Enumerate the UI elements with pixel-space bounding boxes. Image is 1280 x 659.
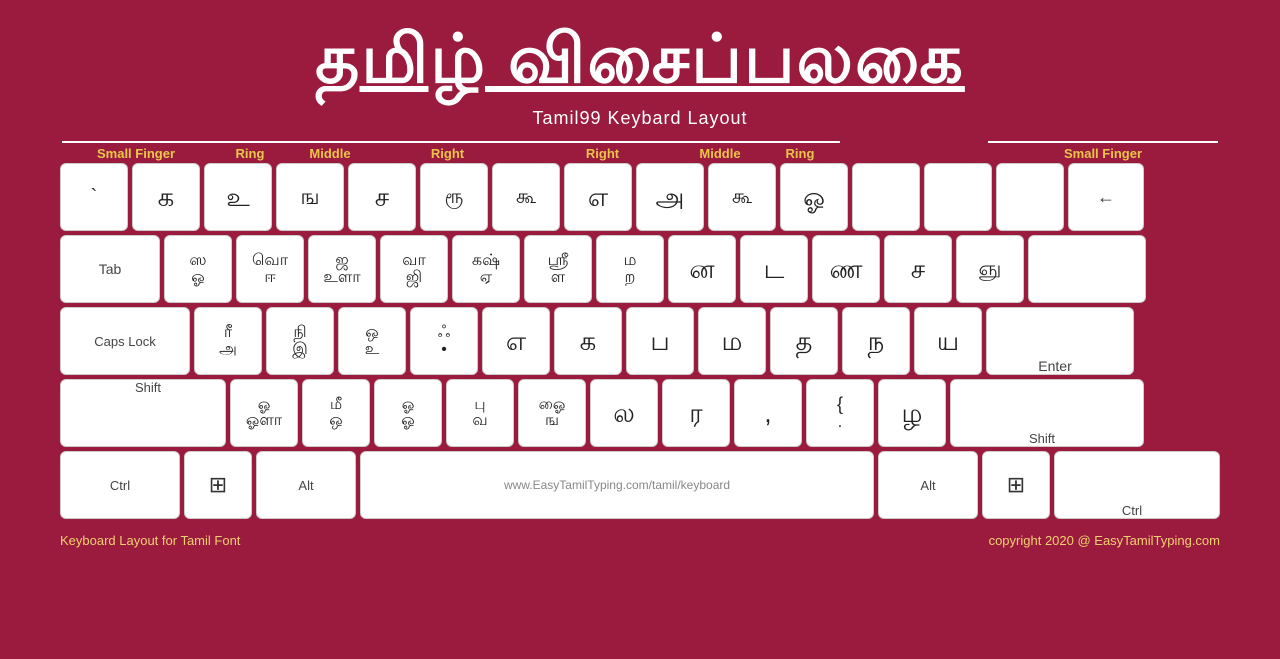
finger-label-right-left1: Right xyxy=(370,141,525,161)
key-f[interactable]: ஃ • xyxy=(410,307,478,375)
key-semicolon[interactable]: ந xyxy=(842,307,910,375)
key-5[interactable]: ரூ xyxy=(420,163,488,231)
key-backspace[interactable]: ← xyxy=(1068,163,1144,231)
key-comma[interactable]: , xyxy=(734,379,802,447)
key-shift-left[interactable]: Shift xyxy=(60,379,226,447)
key-s[interactable]: நி இ xyxy=(266,307,334,375)
key-win-right[interactable]: ⊞ xyxy=(982,451,1050,519)
key-t[interactable]: கஷ் ஏ xyxy=(452,235,520,303)
key-p[interactable]: ண xyxy=(812,235,880,303)
key-backtick[interactable]: ` xyxy=(60,163,128,231)
page-subtitle: Tamil99 Keybard Layout xyxy=(532,108,747,129)
key-ctrl-right[interactable]: Ctrl xyxy=(1054,451,1220,519)
key-u[interactable]: ம ற xyxy=(596,235,664,303)
key-slash[interactable]: ழ xyxy=(878,379,946,447)
finger-label-ring-left: Ring xyxy=(210,141,290,161)
key-o[interactable]: ட xyxy=(740,235,808,303)
keyboard-row-1: ` க உ ங ச ரூ கூ எ அ கூ ஓ ← xyxy=(60,163,1220,231)
finger-label-right-right1: Right xyxy=(525,141,680,161)
footer-left: Keyboard Layout for Tamil Font xyxy=(60,533,240,548)
key-enter-main[interactable]: Enter xyxy=(986,307,1134,375)
key-r[interactable]: வா ஜி xyxy=(380,235,448,303)
key-shift-right[interactable]: Shift xyxy=(950,379,1144,447)
key-d[interactable]: ஒ உ xyxy=(338,307,406,375)
page-title-tamil: தமிழ் விசைப்பலகை xyxy=(315,20,965,108)
key-a[interactable]: ரீ அ xyxy=(194,307,262,375)
key-period[interactable]: { . xyxy=(806,379,874,447)
finger-label-ring-right: Ring xyxy=(760,141,840,161)
key-b[interactable]: ஓை ங xyxy=(518,379,586,447)
finger-label-small-right: Small Finger xyxy=(988,141,1218,161)
key-quote[interactable]: ய xyxy=(914,307,982,375)
key-pipe[interactable] xyxy=(996,163,1064,231)
key-e[interactable]: ஜ உளா xyxy=(308,235,376,303)
key-alt-right[interactable]: Alt xyxy=(878,451,978,519)
key-8[interactable]: அ xyxy=(636,163,704,231)
key-m[interactable]: ர xyxy=(662,379,730,447)
finger-label-small-left: Small Finger xyxy=(62,141,210,161)
finger-label-middle-left: Middle xyxy=(290,141,370,161)
keyboard-row-5: Ctrl ⊞ Alt www.EasyTamilTyping.com/tamil… xyxy=(60,451,1220,519)
key-c[interactable]: ஓ ஓ xyxy=(374,379,442,447)
keyboard-row-3: Caps Lock ரீ அ நி இ ஒ உ ஃ • எ க ப ம த xyxy=(60,307,1220,375)
key-v[interactable]: பு வ xyxy=(446,379,514,447)
key-n[interactable]: ல xyxy=(590,379,658,447)
key-ctrl-left[interactable]: Ctrl xyxy=(60,451,180,519)
key-y[interactable]: ஸ்ரீ ள xyxy=(524,235,592,303)
key-7[interactable]: எ xyxy=(564,163,632,231)
key-x[interactable]: மீ ஒ xyxy=(302,379,370,447)
key-equals[interactable] xyxy=(924,163,992,231)
key-q[interactable]: ஸ ஓ xyxy=(164,235,232,303)
finger-label-middle-right: Middle xyxy=(680,141,760,161)
key-2[interactable]: உ xyxy=(204,163,272,231)
key-rbracket[interactable]: ஞு xyxy=(956,235,1024,303)
key-win-left[interactable]: ⊞ xyxy=(184,451,252,519)
keyboard-row-2: Tab ஸ ஓ வொ ஈ ஜ உளா வா ஜி கஷ் ஏ ஸ்ரீ ள ம … xyxy=(60,235,1220,303)
key-6[interactable]: கூ xyxy=(492,163,560,231)
key-l[interactable]: த xyxy=(770,307,838,375)
keyboard-row-4: Shift ஓ ஓளா மீ ஒ ஓ ஓ பு வ ஓை ங ல ர , xyxy=(60,379,1220,447)
key-j[interactable]: ப xyxy=(626,307,694,375)
key-0[interactable]: ஓ xyxy=(780,163,848,231)
key-k[interactable]: ம xyxy=(698,307,766,375)
key-space[interactable]: www.EasyTamilTyping.com/tamil/keyboard xyxy=(360,451,874,519)
key-9[interactable]: கூ xyxy=(708,163,776,231)
key-minus[interactable] xyxy=(852,163,920,231)
key-alt-left[interactable]: Alt xyxy=(256,451,356,519)
key-h[interactable]: க xyxy=(554,307,622,375)
key-1[interactable]: க xyxy=(132,163,200,231)
key-w[interactable]: வொ ஈ xyxy=(236,235,304,303)
key-g[interactable]: எ xyxy=(482,307,550,375)
footer-right: copyright 2020 @ EasyTamilTyping.com xyxy=(989,533,1220,548)
key-i[interactable]: ன xyxy=(668,235,736,303)
key-enter[interactable] xyxy=(1028,235,1146,303)
key-4[interactable]: ச xyxy=(348,163,416,231)
key-capslock[interactable]: Caps Lock xyxy=(60,307,190,375)
key-lbracket[interactable]: ச xyxy=(884,235,952,303)
key-3[interactable]: ங xyxy=(276,163,344,231)
key-z[interactable]: ஓ ஓளா xyxy=(230,379,298,447)
keyboard-container: Small Finger Ring Middle Right Right Mid… xyxy=(60,141,1220,523)
key-tab[interactable]: Tab xyxy=(60,235,160,303)
footer: Keyboard Layout for Tamil Font copyright… xyxy=(60,533,1220,548)
